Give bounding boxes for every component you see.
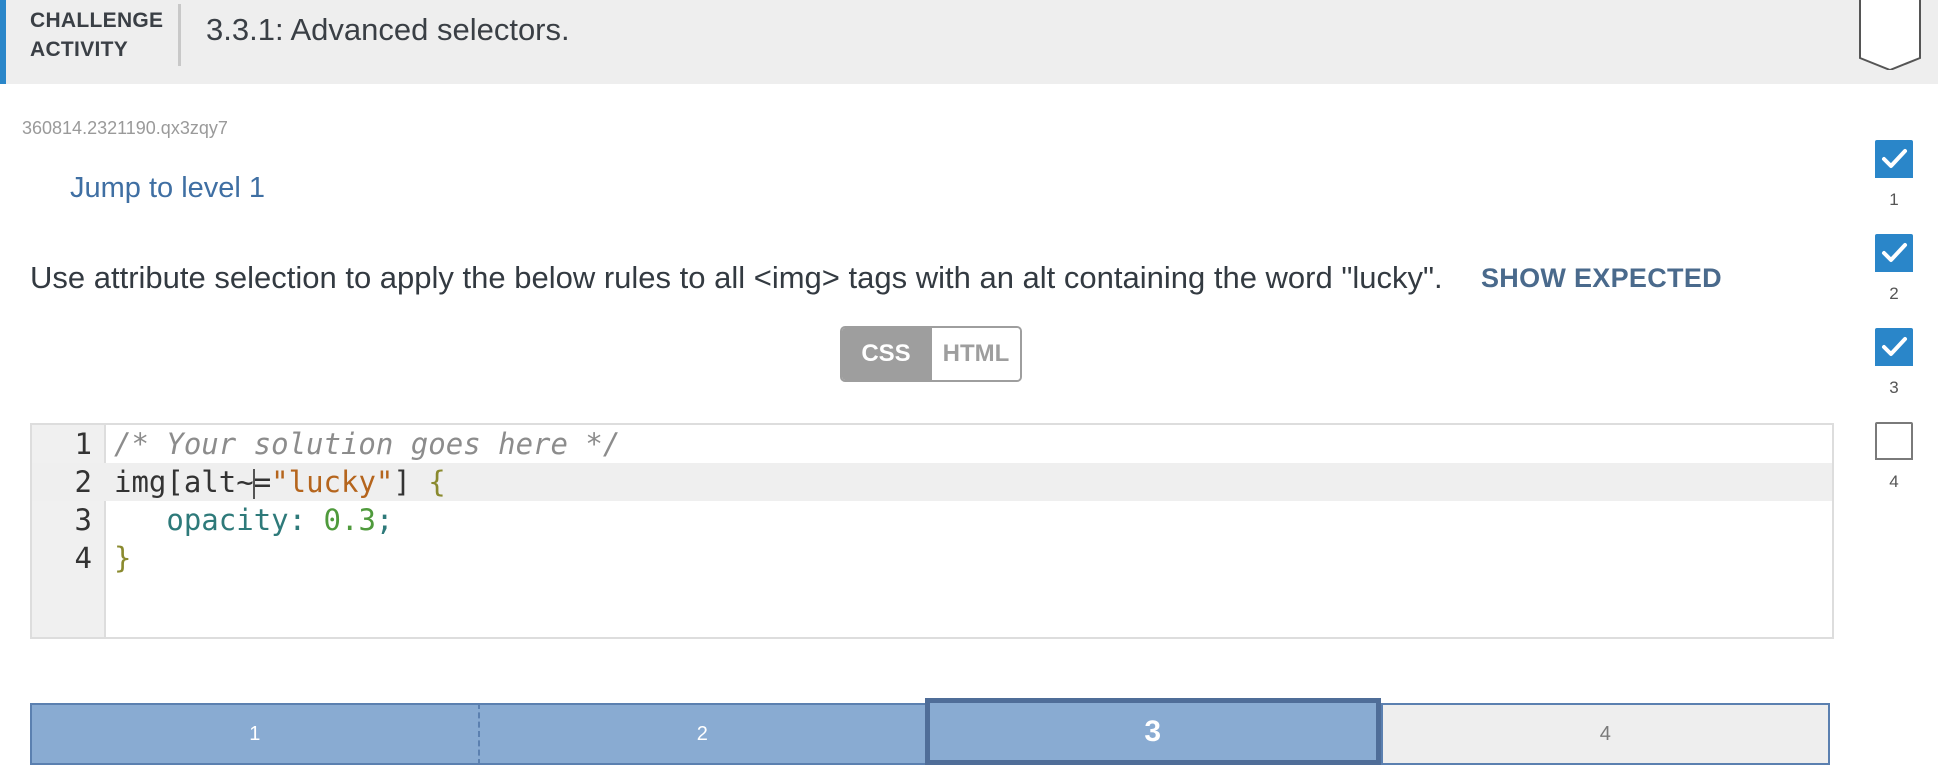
jump-to-level-link[interactable]: Jump to level 1 [70, 172, 265, 205]
progress-label: 3 [1889, 378, 1899, 397]
activity-header: CHALLENGE ACTIVITY 3.3.1: Advanced selec… [0, 0, 1938, 84]
code-text[interactable]: img[alt~="lucky"] { [114, 463, 446, 501]
line-number: 3 [74, 503, 92, 537]
level-3-button[interactable]: 3 [925, 698, 1381, 765]
instructions-text: Use attribute selection to apply the bel… [30, 260, 1443, 295]
code-editor[interactable]: 1 /* Your solution goes here */ 2 img[al… [30, 423, 1834, 639]
colon-token: : [288, 503, 324, 537]
progress-item-1: 1 [1866, 140, 1922, 210]
code-text[interactable]: opacity: 0.3; [114, 501, 393, 539]
header-accent-bar [0, 0, 6, 84]
number-token: 0.3 [323, 503, 376, 537]
progress-item-2: 2 [1866, 234, 1922, 304]
checkbox-checked-icon [1875, 328, 1913, 366]
code-line[interactable]: 3 opacity: 0.3; [32, 501, 1832, 539]
level-2-button[interactable]: 2 [477, 703, 925, 765]
checkbox-checked-icon [1875, 234, 1913, 272]
string-token: "lucky" [271, 465, 394, 499]
css-tab[interactable]: CSS [842, 328, 930, 380]
property-token: opacity [166, 503, 289, 537]
checkbox-checked-icon [1875, 140, 1913, 178]
progress-label: 2 [1889, 284, 1899, 303]
code-text[interactable]: } [114, 539, 131, 577]
selector-token: img[alt~ [114, 465, 254, 499]
progress-item-3: 3 [1866, 328, 1922, 398]
line-number: 4 [74, 541, 92, 575]
bookmark-flag-icon[interactable] [1858, 0, 1922, 70]
level-1-button[interactable]: 1 [30, 703, 478, 765]
activity-type-label: CHALLENGE ACTIVITY [30, 9, 164, 61]
activity-title: 3.3.1: Advanced selectors. [206, 12, 570, 47]
selector-token: = [253, 465, 272, 499]
brace-token: { [410, 465, 446, 499]
progress-label: 1 [1889, 190, 1899, 209]
brace-token: } [114, 541, 132, 575]
activity-id: 360814.2321190.qx3zqy7 [22, 118, 228, 138]
line-number: 2 [74, 465, 92, 499]
selector-token: ] [393, 465, 411, 499]
level-bar: 1 2 3 4 [30, 698, 1830, 768]
code-text[interactable]: /* Your solution goes here */ [114, 425, 620, 463]
code-line[interactable]: 1 /* Your solution goes here */ [32, 425, 1832, 463]
language-toggle: CSS HTML [840, 326, 1022, 382]
semicolon-token: ; [375, 503, 394, 537]
checkbox-empty-icon [1875, 422, 1913, 460]
code-line[interactable]: 4 } [32, 539, 1832, 577]
html-tab[interactable]: HTML [930, 328, 1020, 380]
show-expected-button[interactable]: SHOW EXPECTED [1481, 263, 1722, 294]
level-4-button[interactable]: 4 [1380, 703, 1830, 765]
line-number: 1 [74, 427, 92, 461]
progress-item-4: 4 [1866, 422, 1922, 492]
progress-label: 4 [1889, 472, 1899, 491]
header-divider [178, 4, 181, 66]
comment-token: /* Your solution goes here */ [114, 427, 621, 461]
code-line-active[interactable]: 2 img[alt~="lucky"] { [32, 463, 1832, 501]
